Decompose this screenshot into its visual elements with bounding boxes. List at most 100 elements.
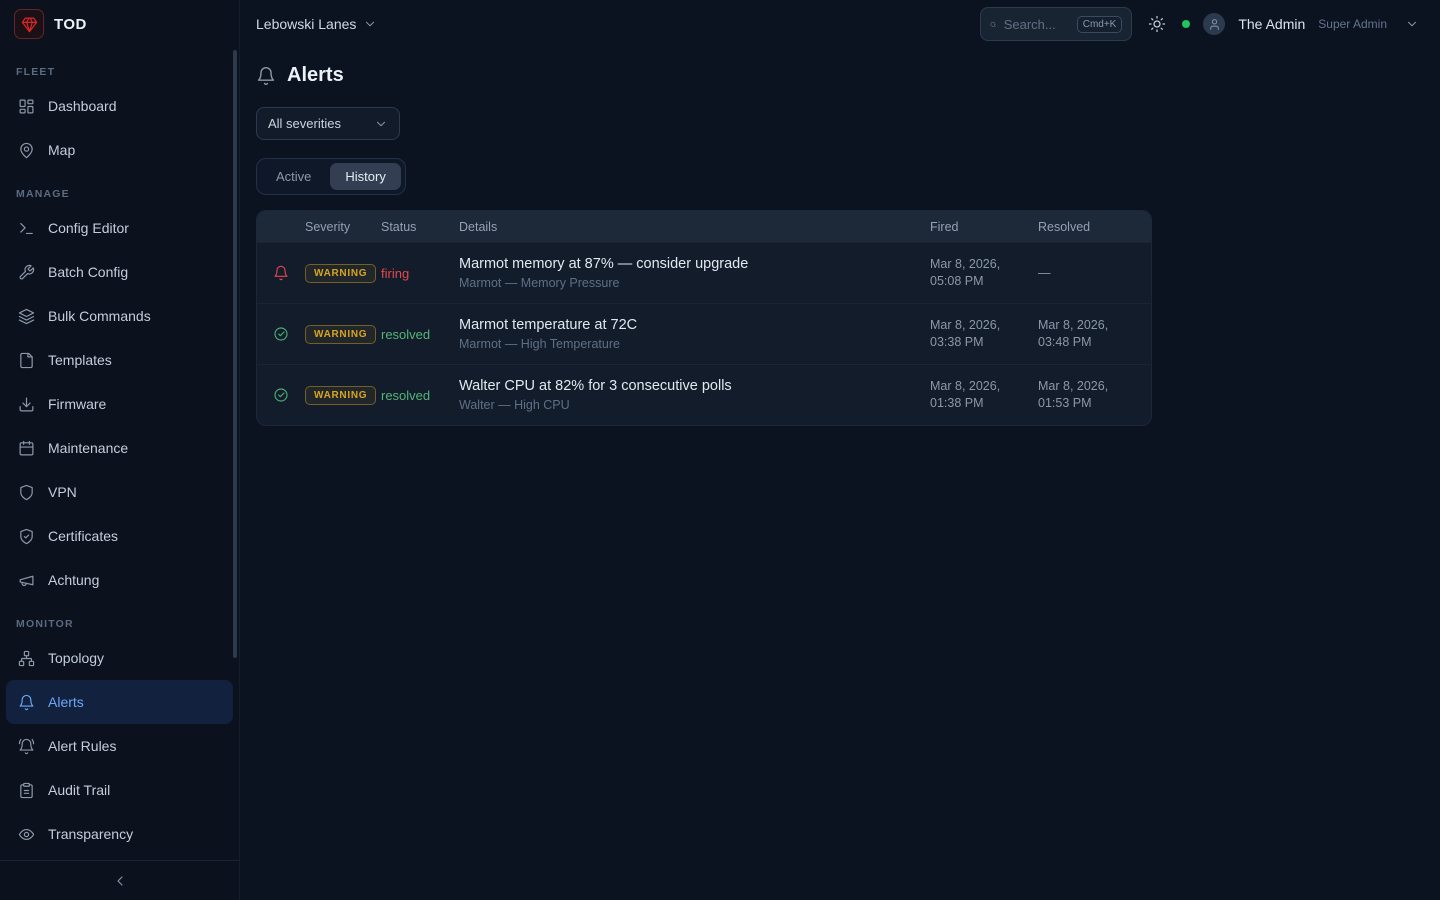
col-severity: Severity [305,220,381,234]
topbar: Lebowski Lanes Cmd+K The Admin Super Adm… [240,0,1440,48]
sidebar-item-label: Map [48,142,75,158]
table-row[interactable]: WARNING firing Marmot memory at 87% — co… [257,242,1151,303]
table-row[interactable]: WARNING resolved Walter CPU at 82% for 3… [257,364,1151,425]
sidebar-scrollbar[interactable] [233,50,237,658]
sidebar-item-alert-rules[interactable]: Alert Rules [6,724,233,768]
sidebar-collapse-button[interactable] [107,868,133,894]
search-shortcut-badge: Cmd+K [1077,16,1123,33]
bell-ring-icon [18,738,35,755]
sidebar-item-transparency[interactable]: Transparency [6,812,233,856]
status-text: resolved [381,388,459,403]
sidebar-item-topology[interactable]: Topology [6,636,233,680]
nav-section-monitor: MONITOR Topology Alerts Alert Rules Audi… [0,618,239,856]
sidebar-item-label: Config Editor [48,220,129,236]
sidebar-item-label: Achtung [48,572,99,588]
sidebar-nav: FLEET Dashboard Map MANAGE Config Editor… [0,48,239,860]
online-status-dot [1182,20,1190,28]
status-text: resolved [381,327,459,342]
alert-details: Marmot memory at 87% — consider upgrade … [459,256,930,290]
col-resolved: Resolved [1038,220,1135,234]
sidebar-item-batch-config[interactable]: Batch Config [6,250,233,294]
map-pin-icon [18,142,35,159]
shield-check-icon [18,528,35,545]
section-label-fleet: FLEET [0,66,239,78]
sidebar-item-firmware[interactable]: Firmware [6,382,233,426]
org-switcher[interactable]: Lebowski Lanes [256,16,377,32]
chevron-down-icon [1405,17,1419,31]
sidebar-item-label: Bulk Commands [48,308,151,324]
resolved-date: — [1038,265,1135,282]
fired-date: Mar 8, 2026, 03:38 PM [930,317,1038,351]
sidebar-item-label: Templates [48,352,112,368]
alert-details: Walter CPU at 82% for 3 consecutive poll… [459,378,930,412]
severity-badge: WARNING [305,264,376,283]
user-name: The Admin [1238,16,1305,32]
tab-active[interactable]: Active [261,163,326,190]
fired-date: Mar 8, 2026, 01:38 PM [930,378,1038,412]
bell-icon [18,694,35,711]
gem-logo-icon [14,9,44,39]
sun-icon [1148,15,1166,33]
severity-filter-select[interactable]: All severities [256,107,400,140]
dashboard-grid-icon [18,98,35,115]
org-name: Lebowski Lanes [256,16,356,32]
sidebar: TOD FLEET Dashboard Map MANAGE Config Ed… [0,0,240,900]
calendar-icon [18,440,35,457]
shield-icon [18,484,35,501]
alert-subtitle: Walter — High CPU [459,398,930,412]
sidebar-item-achtung[interactable]: Achtung [6,558,233,602]
search-input[interactable] [1004,17,1070,32]
page-title: Alerts [287,64,344,87]
user-menu-button[interactable] [1400,12,1424,36]
sidebar-item-templates[interactable]: Templates [6,338,233,382]
alerts-page: Alerts All severities Active History Sev… [240,48,1440,900]
alert-title: Walter CPU at 82% for 3 consecutive poll… [459,378,930,394]
user-role-badge: Super Admin [1318,17,1387,31]
alert-title: Marmot memory at 87% — consider upgrade [459,256,930,272]
sidebar-item-audit-trail[interactable]: Audit Trail [6,768,233,812]
bell-icon [256,66,276,86]
severity-filter-value: All severities [268,116,341,131]
user-icon [1208,18,1221,31]
sidebar-item-alerts[interactable]: Alerts [6,680,233,724]
eye-icon [18,826,35,843]
sidebar-item-label: Firmware [48,396,106,412]
search-box[interactable]: Cmd+K [980,7,1132,41]
download-icon [18,396,35,413]
fired-date: Mar 8, 2026, 05:08 PM [930,256,1038,290]
sidebar-item-map[interactable]: Map [6,128,233,172]
megaphone-icon [18,572,35,589]
chevron-left-icon [112,873,128,889]
sidebar-item-label: Alerts [48,694,84,710]
nav-section-manage: MANAGE Config Editor Batch Config Bulk C… [0,188,239,602]
sidebar-item-label: Dashboard [48,98,117,114]
col-details: Details [459,220,930,234]
section-label-monitor: MONITOR [0,618,239,630]
sidebar-item-certificates[interactable]: Certificates [6,514,233,558]
avatar[interactable] [1203,13,1225,35]
sidebar-item-bulk-commands[interactable]: Bulk Commands [6,294,233,338]
sidebar-item-label: Batch Config [48,264,128,280]
alerts-table-header: Severity Status Details Fired Resolved [257,211,1151,242]
sidebar-item-label: Topology [48,650,104,666]
sidebar-item-label: Maintenance [48,440,128,456]
sidebar-item-vpn[interactable]: VPN [6,470,233,514]
sidebar-footer [0,860,239,900]
nav-section-fleet: FLEET Dashboard Map [0,66,239,172]
sidebar-item-maintenance[interactable]: Maintenance [6,426,233,470]
tab-history[interactable]: History [330,163,400,190]
sidebar-item-dashboard[interactable]: Dashboard [6,84,233,128]
alert-details: Marmot temperature at 72C Marmot — High … [459,317,930,351]
search-icon [990,17,996,32]
app-logo[interactable]: TOD [0,0,239,48]
severity-badge: WARNING [305,386,376,405]
theme-toggle-button[interactable] [1145,12,1169,36]
section-label-manage: MANAGE [0,188,239,200]
alert-subtitle: Marmot — High Temperature [459,337,930,351]
sidebar-item-config-editor[interactable]: Config Editor [6,206,233,250]
sidebar-item-label: Transparency [48,826,133,842]
table-row[interactable]: WARNING resolved Marmot temperature at 7… [257,303,1151,364]
sidebar-item-label: Audit Trail [48,782,110,798]
chevron-down-icon [363,17,377,31]
resolved-date: Mar 8, 2026, 03:48 PM [1038,317,1135,351]
